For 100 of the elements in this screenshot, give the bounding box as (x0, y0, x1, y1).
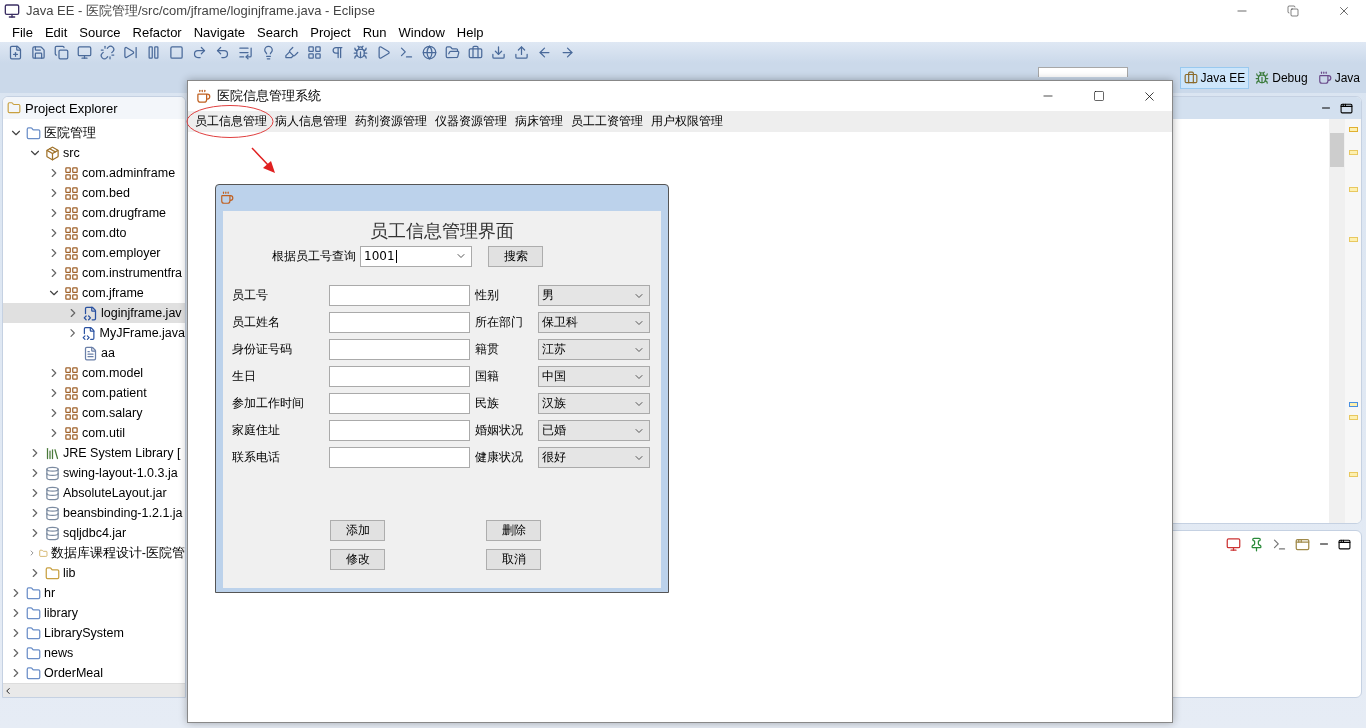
menu-item[interactable]: 病床管理 (511, 111, 567, 132)
select-field[interactable]: 很好 (538, 447, 650, 468)
tree-item[interactable]: com.salary (3, 403, 185, 423)
tree-label: beansbinding-1.2.1.ja (63, 506, 183, 520)
tree-item[interactable]: com.util (3, 423, 185, 443)
tree-item[interactable]: swing-layout-1.0.3.ja (3, 463, 185, 483)
field-label: 国籍 (474, 368, 500, 385)
select-field[interactable]: 中国 (538, 366, 650, 387)
tree-item[interactable]: 医院管理 (3, 123, 185, 143)
tree-label: LibrarySystem (44, 626, 124, 640)
menu-item[interactable]: Refactor (126, 22, 188, 42)
tree-item[interactable]: AbsoluteLayout.jar (3, 483, 185, 503)
tree-label: AbsoluteLayout.jar (63, 486, 167, 500)
field-label: 性别 (474, 287, 500, 304)
tree-item[interactable]: news (3, 643, 185, 663)
form-button[interactable]: 修改 (330, 549, 385, 570)
search-value: 1001 (364, 249, 395, 263)
tree-label: com.jframe (82, 286, 144, 300)
perspective-button[interactable]: Java (1313, 67, 1364, 90)
tree-item[interactable]: hr (3, 583, 185, 603)
tree-label: com.bed (82, 186, 130, 200)
tree-label: com.model (82, 366, 144, 380)
tree-item[interactable]: com.drugframe (3, 203, 185, 223)
search-combo[interactable]: 1001 (360, 245, 472, 267)
tree-item[interactable]: com.jframe (3, 283, 185, 303)
tree-item[interactable]: com.patient (3, 383, 185, 403)
form-button[interactable]: 添加 (330, 520, 385, 541)
tree-label: com.instrumentfra (82, 266, 183, 280)
window-title: 医院信息管理系统 (217, 87, 322, 105)
tree-item[interactable]: MyJFrame.java (3, 323, 185, 343)
tree-label: sqljdbc4.jar (63, 526, 127, 540)
tree-item[interactable]: com.bed (3, 183, 185, 203)
perspective-button[interactable]: Java EE (1179, 67, 1250, 90)
tree-item[interactable]: com.instrumentfra (3, 263, 185, 283)
tree-label: news (44, 646, 74, 660)
tree-item[interactable]: 数据库课程设计-医院管 (3, 543, 185, 563)
tree-label: loginjframe.jav (101, 306, 182, 320)
menu-item[interactable]: Window (392, 22, 451, 42)
menu-item[interactable]: Source (73, 22, 127, 42)
select-field[interactable]: 汉族 (538, 393, 650, 414)
tree-item[interactable]: aa (3, 343, 185, 363)
tree-item[interactable]: JRE System Library [ (3, 443, 185, 463)
tree-label: com.patient (82, 386, 147, 400)
tree-label: com.salary (82, 406, 143, 420)
select-field[interactable]: 江苏 (538, 339, 650, 360)
field-label: 参加工作时间 (232, 395, 305, 412)
menu-item[interactable]: Run (356, 22, 393, 42)
tree-label: MyJFrame.java (99, 326, 185, 340)
tree-item[interactable]: com.dto (3, 223, 185, 243)
tree-item[interactable]: library (3, 603, 185, 623)
search-label: 根据员工号查询 (272, 247, 356, 265)
tree-label: com.employer (82, 246, 161, 260)
tree-item[interactable]: sqljdbc4.jar (3, 523, 185, 543)
field-label: 家庭住址 (232, 422, 281, 439)
field-label: 婚姻状况 (474, 422, 524, 439)
select-field[interactable]: 已婚 (538, 420, 650, 441)
menu-item[interactable]: Edit (38, 22, 74, 42)
menu-item[interactable]: 用户权限管理 (647, 111, 727, 132)
tree-item[interactable]: loginjframe.jav (3, 303, 185, 323)
form-heading: 员工信息管理界面 (369, 219, 515, 243)
panel-title: Project Explorer (25, 100, 118, 116)
field-label: 员工姓名 (232, 314, 281, 331)
menu-item[interactable]: Search (251, 22, 305, 42)
menu-item[interactable]: Project (304, 22, 357, 42)
tree-label: swing-layout-1.0.3.ja (63, 466, 178, 480)
field-label: 联系电话 (232, 449, 281, 466)
menu-item[interactable]: 仪器资源管理 (431, 111, 511, 132)
menu-item[interactable]: 员工工资管理 (567, 111, 647, 132)
field-label: 员工号 (232, 287, 269, 304)
perspective-button[interactable]: Debug (1251, 67, 1312, 90)
menu-item[interactable]: Help (450, 22, 490, 42)
menu-item[interactable]: Navigate (187, 22, 251, 42)
select-field[interactable]: 男 (538, 285, 650, 306)
tree-label: aa (101, 346, 115, 360)
tree-label: 数据库课程设计-医院管 (50, 544, 185, 562)
field-label: 民族 (474, 395, 500, 412)
field-label: 健康状况 (474, 449, 524, 466)
tree-item[interactable]: LibrarySystem (3, 623, 185, 643)
tree-label: src (63, 146, 80, 160)
select-field[interactable]: 保卫科 (538, 312, 650, 333)
menu-item[interactable]: 病人信息管理 (271, 111, 351, 132)
tree-item[interactable]: com.employer (3, 243, 185, 263)
form-button[interactable]: 删除 (486, 520, 541, 541)
menu-item[interactable]: 药剂资源管理 (351, 111, 431, 132)
search-button[interactable]: 搜索 (488, 245, 543, 267)
tree-label: com.dto (82, 226, 127, 240)
tree-label: library (44, 606, 79, 620)
window-title: Java EE - 医院管理/src/com/jframe/loginjframe.java - Eclipse (26, 2, 376, 20)
tree-item[interactable]: OrderMeal (3, 663, 185, 683)
field-label: 籍贯 (474, 341, 500, 358)
form-button[interactable]: 取消 (486, 549, 541, 570)
tree-item[interactable]: com.adminframe (3, 163, 185, 183)
tree-item[interactable]: lib (3, 563, 185, 583)
tree-item[interactable]: com.model (3, 363, 185, 383)
tree-item[interactable]: beansbinding-1.2.1.ja (3, 503, 185, 523)
menu-item[interactable]: File (6, 22, 39, 42)
tree-item[interactable]: src (3, 143, 185, 163)
tree-label: OrderMeal (44, 666, 104, 680)
tree-label: com.util (82, 426, 126, 440)
tree-label: com.drugframe (82, 206, 167, 220)
